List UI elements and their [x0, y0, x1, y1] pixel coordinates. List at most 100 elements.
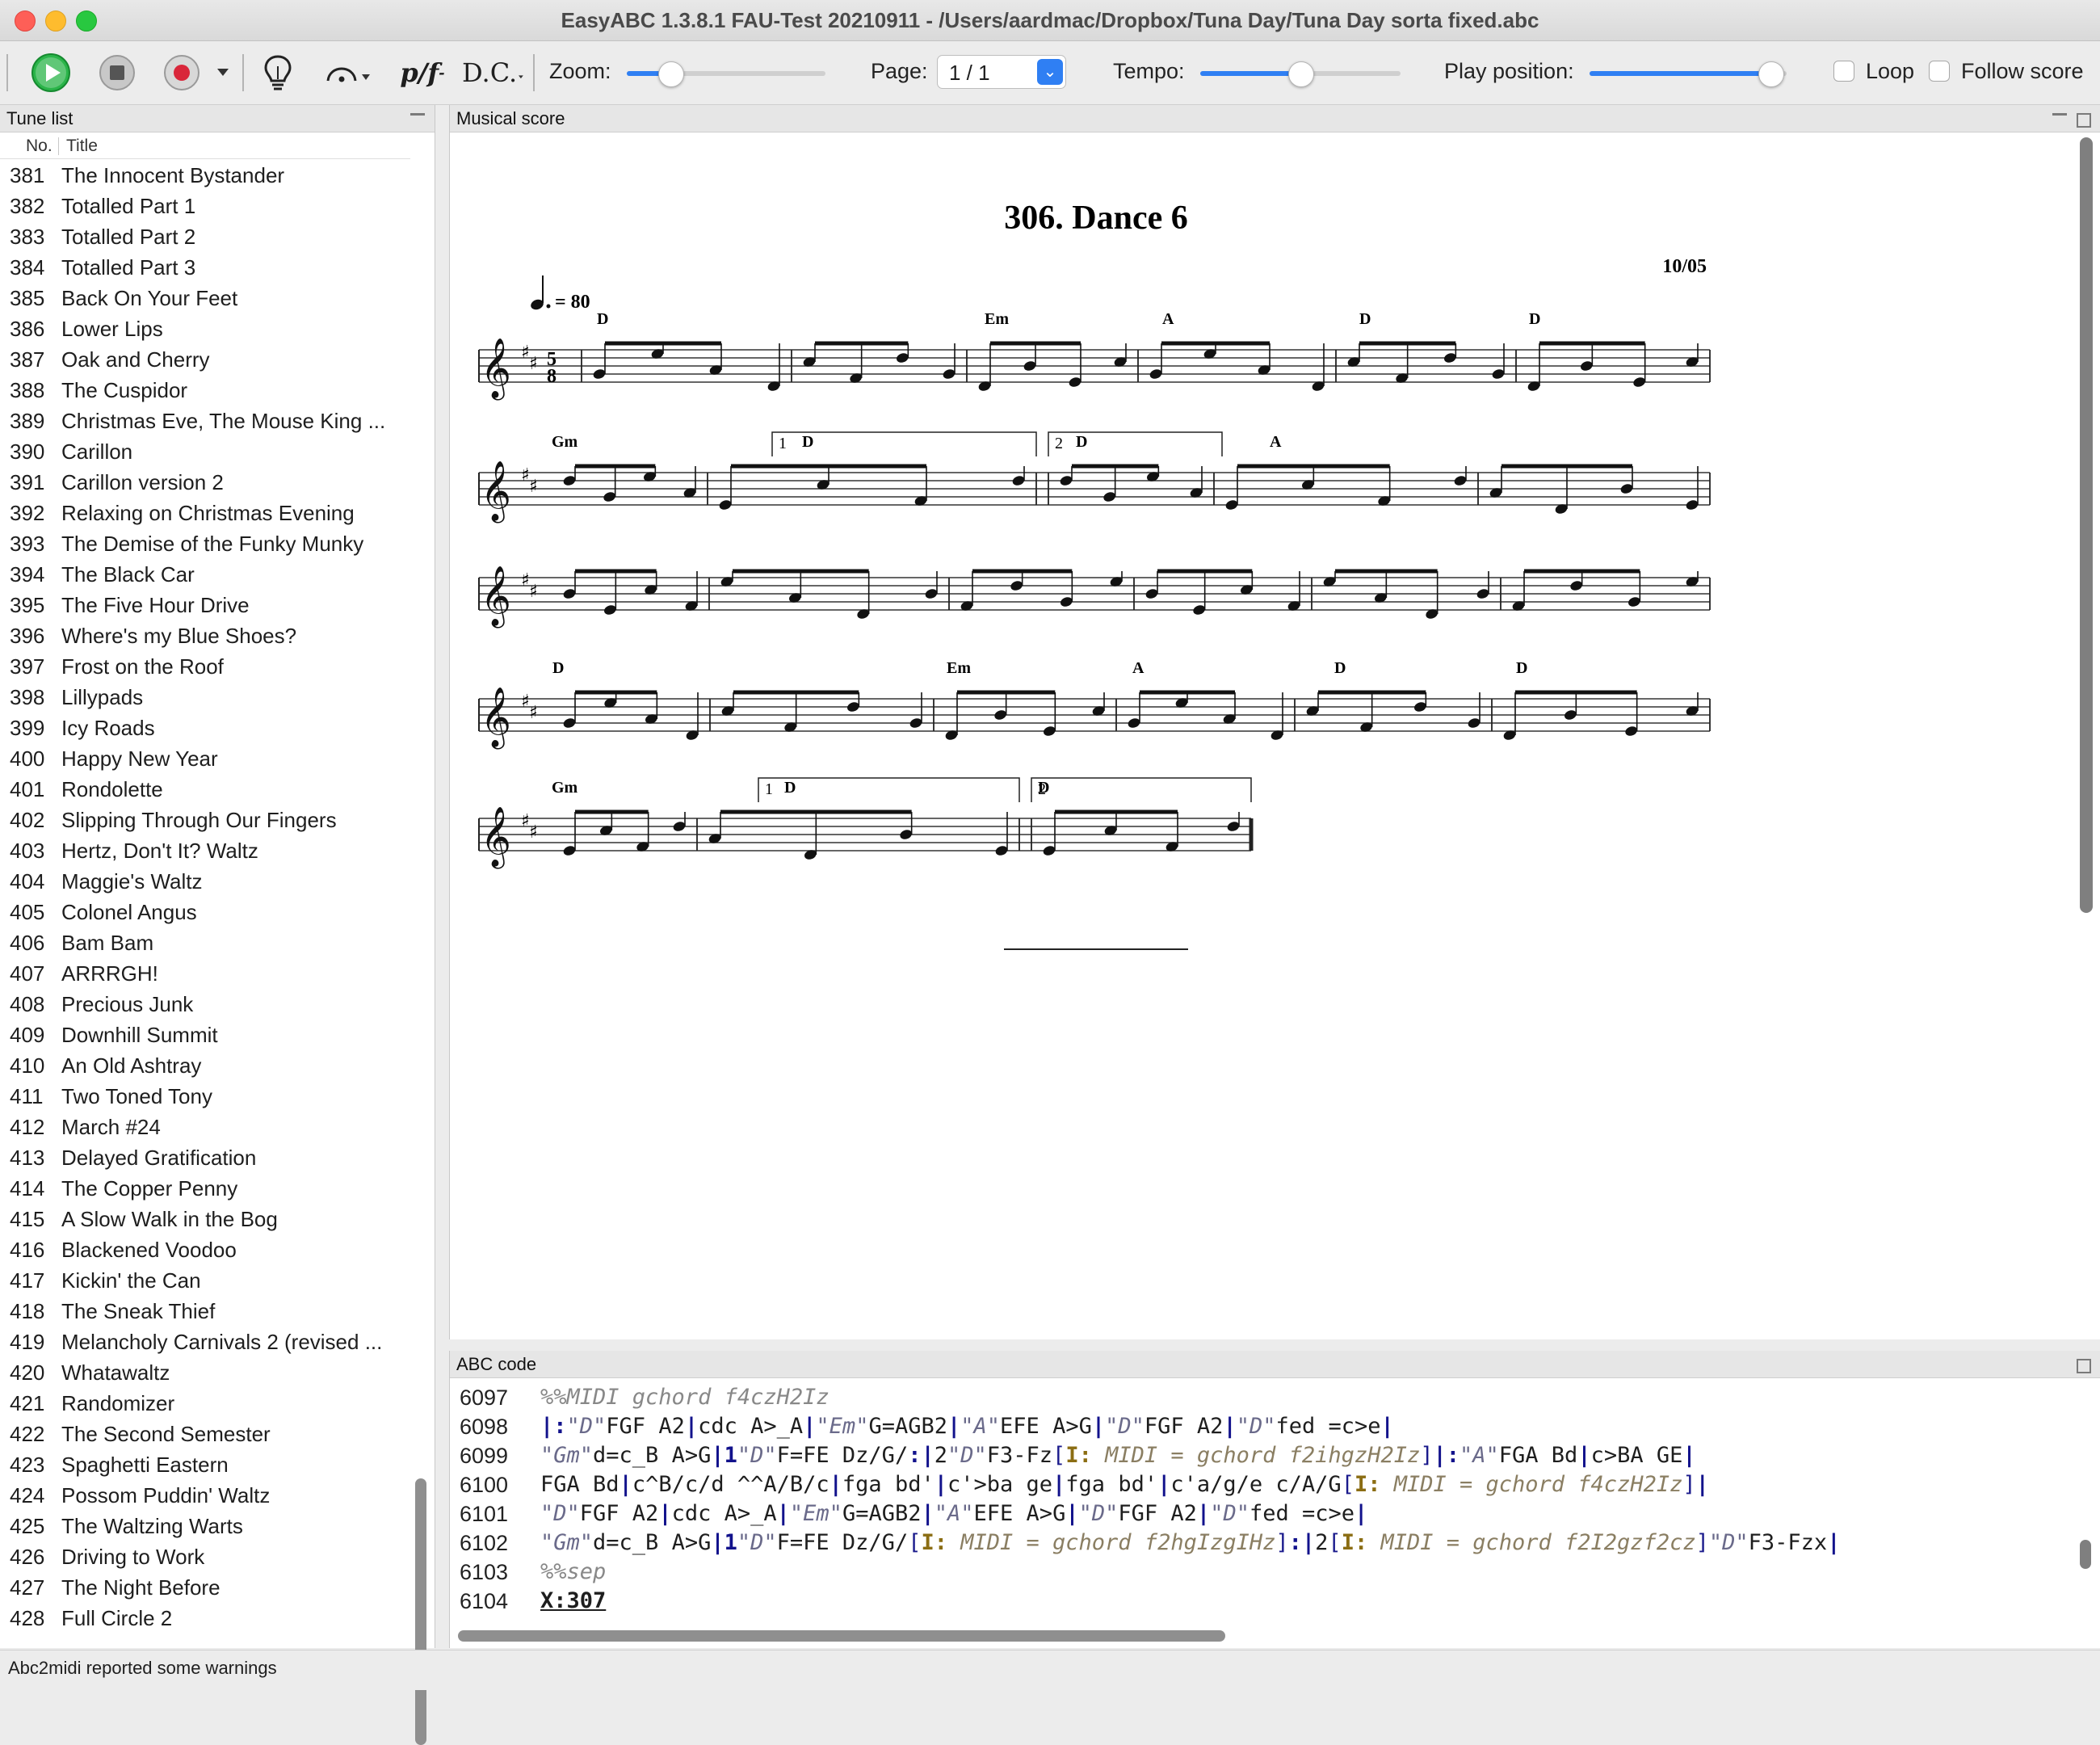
tune-list-row[interactable]: 409 Downhill Summit [0, 1020, 410, 1050]
dc-button[interactable]: D.C. [462, 51, 523, 95]
abc-code-editor[interactable]: 6097 %%MIDI gchord f4czH2Iz 6098 |:"D"FGF A… [450, 1383, 2081, 1616]
follow-score-checkbox[interactable] [1929, 61, 1950, 82]
tune-list-row[interactable]: 395 The Five Hour Drive [0, 590, 410, 620]
tempo-marking: = 80 [531, 275, 590, 313]
column-title[interactable]: Title [66, 134, 98, 158]
stop-icon [99, 55, 135, 90]
abc-code-line[interactable]: 6101 "D"FGF A2|cdc A>_A|"Em"G=AGB2|"A"EFE… [450, 1499, 2081, 1528]
tune-number: 416 [10, 1238, 45, 1262]
tune-list-row[interactable]: 394 The Black Car [0, 559, 410, 590]
abc-code-line[interactable]: 6097 %%MIDI gchord f4czH2Iz [450, 1383, 2081, 1412]
tune-list-row[interactable]: 388 The Cuspidor [0, 375, 410, 406]
tune-list-row[interactable]: 399 Icy Roads [0, 713, 410, 743]
tune-list-row[interactable]: 415 A Slow Walk in the Bog [0, 1204, 410, 1234]
volta-bracket [758, 777, 1020, 802]
tempo-slider[interactable] [1200, 61, 1401, 87]
tune-list-row[interactable]: 421 Randomizer [0, 1388, 410, 1419]
tune-list-row[interactable]: 404 Maggie's Waltz [0, 866, 410, 897]
maximize-icon[interactable] [2077, 113, 2091, 128]
abc-vertical-scrollbar[interactable] [2080, 1540, 2091, 1569]
tune-list-row[interactable]: 390 Carillon [0, 436, 410, 467]
panel-splitter[interactable] [449, 1339, 2100, 1351]
minimize-icon[interactable] [410, 113, 425, 116]
minimize-icon[interactable] [2052, 113, 2067, 116]
abc-code-line[interactable]: 6104 X:307 [450, 1587, 2081, 1616]
tune-list-row[interactable]: 411 Two Toned Tony [0, 1081, 410, 1112]
tune-list-row[interactable]: 420 Whatawaltz [0, 1357, 410, 1388]
play-button[interactable] [29, 51, 73, 95]
tune-list-row[interactable]: 425 The Waltzing Warts [0, 1511, 410, 1541]
tune-list-row[interactable]: 414 The Copper Penny [0, 1173, 410, 1204]
tune-list-row[interactable]: 427 The Night Before [0, 1572, 410, 1603]
tune-list-row[interactable]: 381 The Innocent Bystander [0, 160, 410, 191]
tune-list-row[interactable]: 408 Precious Junk [0, 989, 410, 1020]
tune-list-row[interactable]: 398 Lillypads [0, 682, 410, 713]
tune-list-row[interactable]: 391 Carillon version 2 [0, 467, 410, 498]
tune-list-row[interactable]: 423 Spaghetti Eastern [0, 1449, 410, 1480]
abc-code-line[interactable]: 6099 "Gm"d=c_B A>G|1"D"F=FE Dz/G/:|2"D"F3… [450, 1441, 2081, 1470]
tune-list-row[interactable]: 418 The Sneak Thief [0, 1296, 410, 1327]
record-button[interactable] [160, 51, 204, 95]
tune-list-row[interactable]: 392 Relaxing on Christmas Evening [0, 498, 410, 528]
tune-list-row[interactable]: 387 Oak and Cherry [0, 344, 410, 375]
tune-number: 408 [10, 992, 45, 1016]
tune-list-row[interactable]: 424 Possom Puddin' Waltz [0, 1480, 410, 1511]
tune-list-row[interactable]: 389 Christmas Eve, The Mouse King ... [0, 406, 410, 436]
tune-list-row[interactable]: 402 Slipping Through Our Fingers [0, 805, 410, 835]
abc-code-line[interactable]: 6102 "Gm"d=c_B A>G|1"D"F=FE Dz/G/[I: MIDI… [450, 1528, 2081, 1558]
column-no[interactable]: No. [26, 134, 52, 158]
abc-code-line[interactable]: 6098 |:"D"FGF A2|cdc A>_A|"Em"G=AGB2|"A"E… [450, 1412, 2081, 1441]
play-position-slider[interactable] [1590, 61, 1787, 87]
score-panel: Musical score 306. Dance 6 10/05 = 80 𝄞 ♯… [449, 105, 2100, 1339]
page-select[interactable]: 1 / 1 ⌄ [937, 55, 1066, 89]
abc-code-line[interactable]: 6103 %%sep [450, 1558, 2081, 1587]
tune-list-row[interactable]: 410 An Old Ashtray [0, 1050, 410, 1081]
tune-list-row[interactable]: 413 Delayed Gratification [0, 1142, 410, 1173]
play-position-slider-fill [1590, 71, 1771, 76]
tempo-slider-thumb[interactable] [1288, 61, 1314, 87]
dynamics-button[interactable]: p/f - [396, 51, 449, 95]
tune-list-row[interactable]: 412 March #24 [0, 1112, 410, 1142]
tune-list-row[interactable]: 422 The Second Semester [0, 1419, 410, 1449]
code-text: FGA Bd|c^B/c/d ^^A/B/c|fga bd'|c'>ba ge|… [540, 1472, 1709, 1497]
zoom-slider[interactable] [627, 61, 825, 87]
tune-list-row[interactable]: 403 Hertz, Don't It? Waltz [0, 835, 410, 866]
tune-list-row[interactable]: 426 Driving to Work [0, 1541, 410, 1572]
play-position-label: Play position: [1444, 59, 1574, 83]
tune-list-row[interactable]: 397 Frost on the Roof [0, 651, 410, 682]
record-options-dropdown[interactable] [212, 51, 234, 95]
tune-list-row[interactable]: 393 The Demise of the Funky Munky [0, 528, 410, 559]
tune-list-row[interactable]: 386 Lower Lips [0, 313, 410, 344]
tune-list-row[interactable]: 419 Melancholy Carnivals 2 (revised ... [0, 1327, 410, 1357]
tune-list-row[interactable]: 385 Back On Your Feet [0, 283, 410, 313]
tune-list-row[interactable]: 428 Full Circle 2 [0, 1603, 410, 1634]
tune-number: 395 [10, 593, 45, 617]
tune-list-row[interactable]: 383 Totalled Part 2 [0, 221, 410, 252]
tune-list-row[interactable]: 400 Happy New Year [0, 743, 410, 774]
tune-list-scrollbar[interactable] [415, 1478, 426, 1745]
tune-number: 405 [10, 900, 45, 924]
maximize-icon[interactable] [2077, 1359, 2091, 1373]
tune-list-row[interactable]: 407 ARRRGH! [0, 958, 410, 989]
tune-title: Kickin' the Can [61, 1268, 201, 1293]
tune-list-row[interactable]: 384 Totalled Part 3 [0, 252, 410, 283]
tune-list-row[interactable]: 406 Bam Bam [0, 927, 410, 958]
tune-list-row[interactable]: 417 Kickin' the Can [0, 1265, 410, 1296]
tune-list-row[interactable]: 396 Where's my Blue Shoes? [0, 620, 410, 651]
score-area[interactable]: 306. Dance 6 10/05 = 80 𝄞 ♯ ♯ 5 8 D Em A D D 𝄞 ♯ ♯ Gm… [450, 133, 2077, 1339]
tune-list-row[interactable]: 382 Totalled Part 1 [0, 191, 410, 221]
loop-checkbox[interactable] [1833, 61, 1854, 82]
zoom-slider-thumb[interactable] [658, 61, 685, 87]
score-panel-title: Musical score [456, 108, 565, 128]
stop-button[interactable] [95, 51, 139, 95]
hint-button[interactable] [258, 51, 297, 95]
abc-code-line[interactable]: 6100 FGA Bd|c^B/c/d ^^A/B/c|fga bd'|c'>ba… [450, 1470, 2081, 1499]
score-scrollbar[interactable] [2080, 137, 2093, 913]
play-position-slider-thumb[interactable] [1758, 61, 1785, 87]
tune-list-row[interactable]: 416 Blackened Voodoo [0, 1234, 410, 1265]
tune-list-row[interactable]: 405 Colonel Angus [0, 897, 410, 927]
decorations-button[interactable] [323, 51, 375, 95]
chevron-down-icon: ⌄ [1037, 59, 1063, 85]
tune-list-row[interactable]: 401 Rondolette [0, 774, 410, 805]
abc-horizontal-scrollbar[interactable] [458, 1630, 1225, 1642]
